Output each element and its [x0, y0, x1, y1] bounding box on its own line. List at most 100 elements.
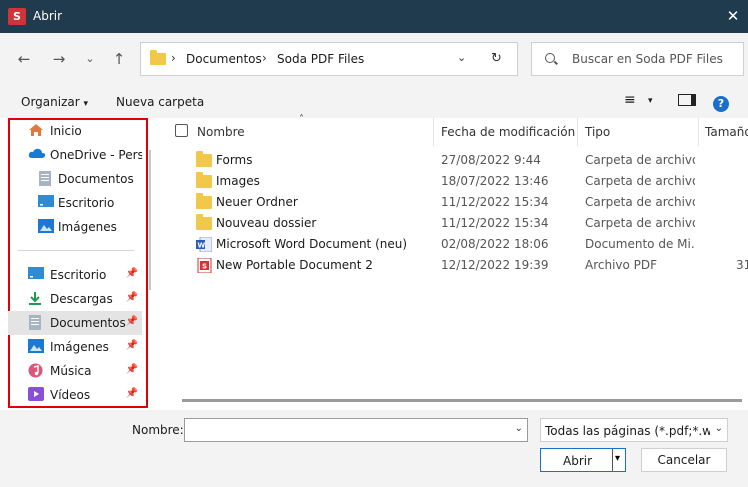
- pdf-icon: S: [196, 257, 212, 274]
- search-box[interactable]: Buscar en Soda PDF Files: [531, 42, 744, 76]
- folder-icon: [196, 193, 212, 209]
- file-name: Forms: [216, 153, 253, 167]
- file-row[interactable]: Forms 27/08/2022 9:44 Carpeta de archivo…: [190, 150, 740, 171]
- column-header-date[interactable]: Fecha de modificación: [441, 125, 575, 153]
- nav-item-escritorio[interactable]: Escritorio 📌: [8, 263, 142, 287]
- file-row[interactable]: Neuer Ordner 11/12/2022 15:34 Carpeta de…: [190, 192, 740, 213]
- up-arrow-icon[interactable]: ↑: [108, 48, 130, 70]
- file-row[interactable]: W Microsoft Word Document (neu) 02/08/20…: [190, 234, 740, 255]
- search-input[interactable]: Buscar en Soda PDF Files: [572, 52, 723, 66]
- filename-label: Nombre:: [132, 423, 184, 437]
- select-all-checkbox[interactable]: [175, 124, 188, 152]
- pin-icon[interactable]: 📌: [126, 364, 138, 375]
- command-toolbar: Organizar ▾ Nueva carpeta ≡ ▾: [0, 86, 748, 119]
- open-button-label: Abrir: [563, 454, 593, 468]
- pin-icon[interactable]: 📌: [126, 388, 138, 399]
- pin-icon[interactable]: 📌: [126, 316, 138, 327]
- filename-dropdown-icon[interactable]: ⌄: [515, 423, 523, 434]
- file-name: Neuer Ordner: [216, 195, 298, 209]
- chevron-right-icon: ›: [171, 51, 176, 65]
- nav-item-label: Inicio: [50, 124, 82, 138]
- breadcrumb-documentos[interactable]: Documentos: [186, 52, 262, 66]
- address-bar[interactable]: › Documentos › Soda PDF Files ⌄ ↻: [140, 42, 518, 76]
- recent-locations-chevron-icon[interactable]: ⌄: [79, 48, 101, 70]
- new-folder-button[interactable]: Nueva carpeta: [116, 95, 204, 109]
- view-options-icon[interactable]: ≡: [624, 92, 636, 108]
- nav-item-descargas[interactable]: Descargas 📌: [8, 287, 142, 311]
- video-icon: [28, 387, 44, 401]
- forward-arrow-icon[interactable]: →: [48, 48, 70, 70]
- preview-pane-icon[interactable]: [678, 94, 696, 109]
- column-divider[interactable]: [577, 118, 578, 146]
- nav-item-onedrive[interactable]: OneDrive - Personal: [8, 143, 142, 167]
- music-icon: [28, 363, 43, 378]
- nav-item-label: Escritorio: [58, 196, 115, 210]
- nav-item-label: Documentos: [58, 172, 134, 186]
- title-bar: S Abrir ✕: [0, 0, 748, 33]
- nav-item-inicio[interactable]: Inicio: [8, 119, 142, 143]
- column-header-size[interactable]: Tamaño: [705, 125, 748, 153]
- chevron-down-icon[interactable]: ⌄: [715, 423, 723, 434]
- view-dropdown-icon[interactable]: ▾: [648, 96, 653, 106]
- file-name: Nouveau dossier: [216, 216, 317, 230]
- organize-button[interactable]: Organizar ▾: [21, 95, 88, 109]
- desktop-icon: [38, 195, 54, 209]
- file-date: 27/08/2022 9:44: [441, 153, 541, 167]
- file-date: 18/07/2022 13:46: [441, 174, 549, 188]
- document-icon: [28, 315, 43, 330]
- chevron-right-icon: ›: [262, 51, 267, 65]
- column-header-type[interactable]: Tipo: [585, 125, 610, 153]
- horizontal-scrollbar[interactable]: [182, 399, 742, 402]
- close-icon[interactable]: ✕: [718, 0, 748, 33]
- folder-icon: [150, 50, 166, 65]
- nav-item-documentos-sub[interactable]: Documentos: [8, 167, 142, 191]
- nav-item-label: Música: [50, 364, 92, 378]
- app-icon: S: [8, 8, 26, 25]
- file-row[interactable]: Nouveau dossier 11/12/2022 15:34 Carpeta…: [190, 213, 740, 234]
- pin-icon[interactable]: 📌: [126, 268, 138, 279]
- nav-item-videos[interactable]: Vídeos 📌: [8, 383, 142, 407]
- cancel-button[interactable]: Cancelar: [641, 448, 727, 472]
- nav-item-documentos[interactable]: Documentos 📌: [8, 311, 142, 335]
- column-divider[interactable]: [698, 118, 699, 146]
- pin-icon[interactable]: 📌: [126, 292, 138, 303]
- file-row[interactable]: Images 18/07/2022 13:46 Carpeta de archi…: [190, 171, 740, 192]
- file-date: 02/08/2022 18:06: [441, 237, 549, 251]
- filename-input[interactable]: ⌄: [184, 418, 528, 442]
- pin-icon[interactable]: 📌: [126, 340, 138, 351]
- file-date: 12/12/2022 19:39: [441, 258, 549, 272]
- file-row[interactable]: S New Portable Document 2 12/12/2022 19:…: [190, 255, 748, 276]
- window-title: Abrir: [33, 9, 63, 23]
- breadcrumb-soda-pdf-files[interactable]: Soda PDF Files: [277, 52, 364, 66]
- folder-icon: [196, 214, 212, 230]
- cloud-icon: [28, 147, 46, 161]
- address-dropdown-icon[interactable]: ⌄: [457, 51, 466, 64]
- document-icon: [38, 171, 53, 186]
- refresh-icon[interactable]: ↻: [491, 51, 502, 66]
- file-type: Documento de Mi...: [585, 237, 695, 251]
- nav-item-label: OneDrive - Personal: [50, 148, 142, 162]
- split-divider: [612, 449, 613, 471]
- file-name: New Portable Document 2: [216, 258, 373, 272]
- file-name: Microsoft Word Document (neu): [216, 237, 408, 251]
- nav-item-imagenes-sub[interactable]: Imágenes: [8, 215, 142, 239]
- file-type: Carpeta de archivos: [585, 216, 695, 230]
- column-header-name[interactable]: Nombre: [197, 125, 245, 153]
- column-divider[interactable]: [433, 118, 434, 146]
- nav-item-musica[interactable]: Música 📌: [8, 359, 142, 383]
- file-name: Images: [216, 174, 260, 188]
- download-icon: [28, 291, 43, 305]
- nav-item-label: Imágenes: [50, 340, 109, 354]
- back-arrow-icon[interactable]: ←: [13, 48, 35, 70]
- open-button[interactable]: Abrir ▾: [540, 448, 626, 472]
- file-type-filter[interactable]: Todas las páginas (*.pdf;*.wwf;* ⌄: [540, 418, 728, 442]
- picture-icon: [38, 219, 54, 233]
- help-icon[interactable]: ?: [713, 96, 729, 112]
- nav-scrollbar[interactable]: [149, 150, 151, 290]
- svg-text:W: W: [198, 242, 206, 250]
- nav-item-escritorio-sub[interactable]: Escritorio: [8, 191, 142, 215]
- nav-item-imagenes[interactable]: Imágenes 📌: [8, 335, 142, 359]
- search-icon: [545, 53, 555, 63]
- word-icon: W: [196, 236, 213, 253]
- open-options-dropdown-icon[interactable]: ▾: [615, 453, 620, 464]
